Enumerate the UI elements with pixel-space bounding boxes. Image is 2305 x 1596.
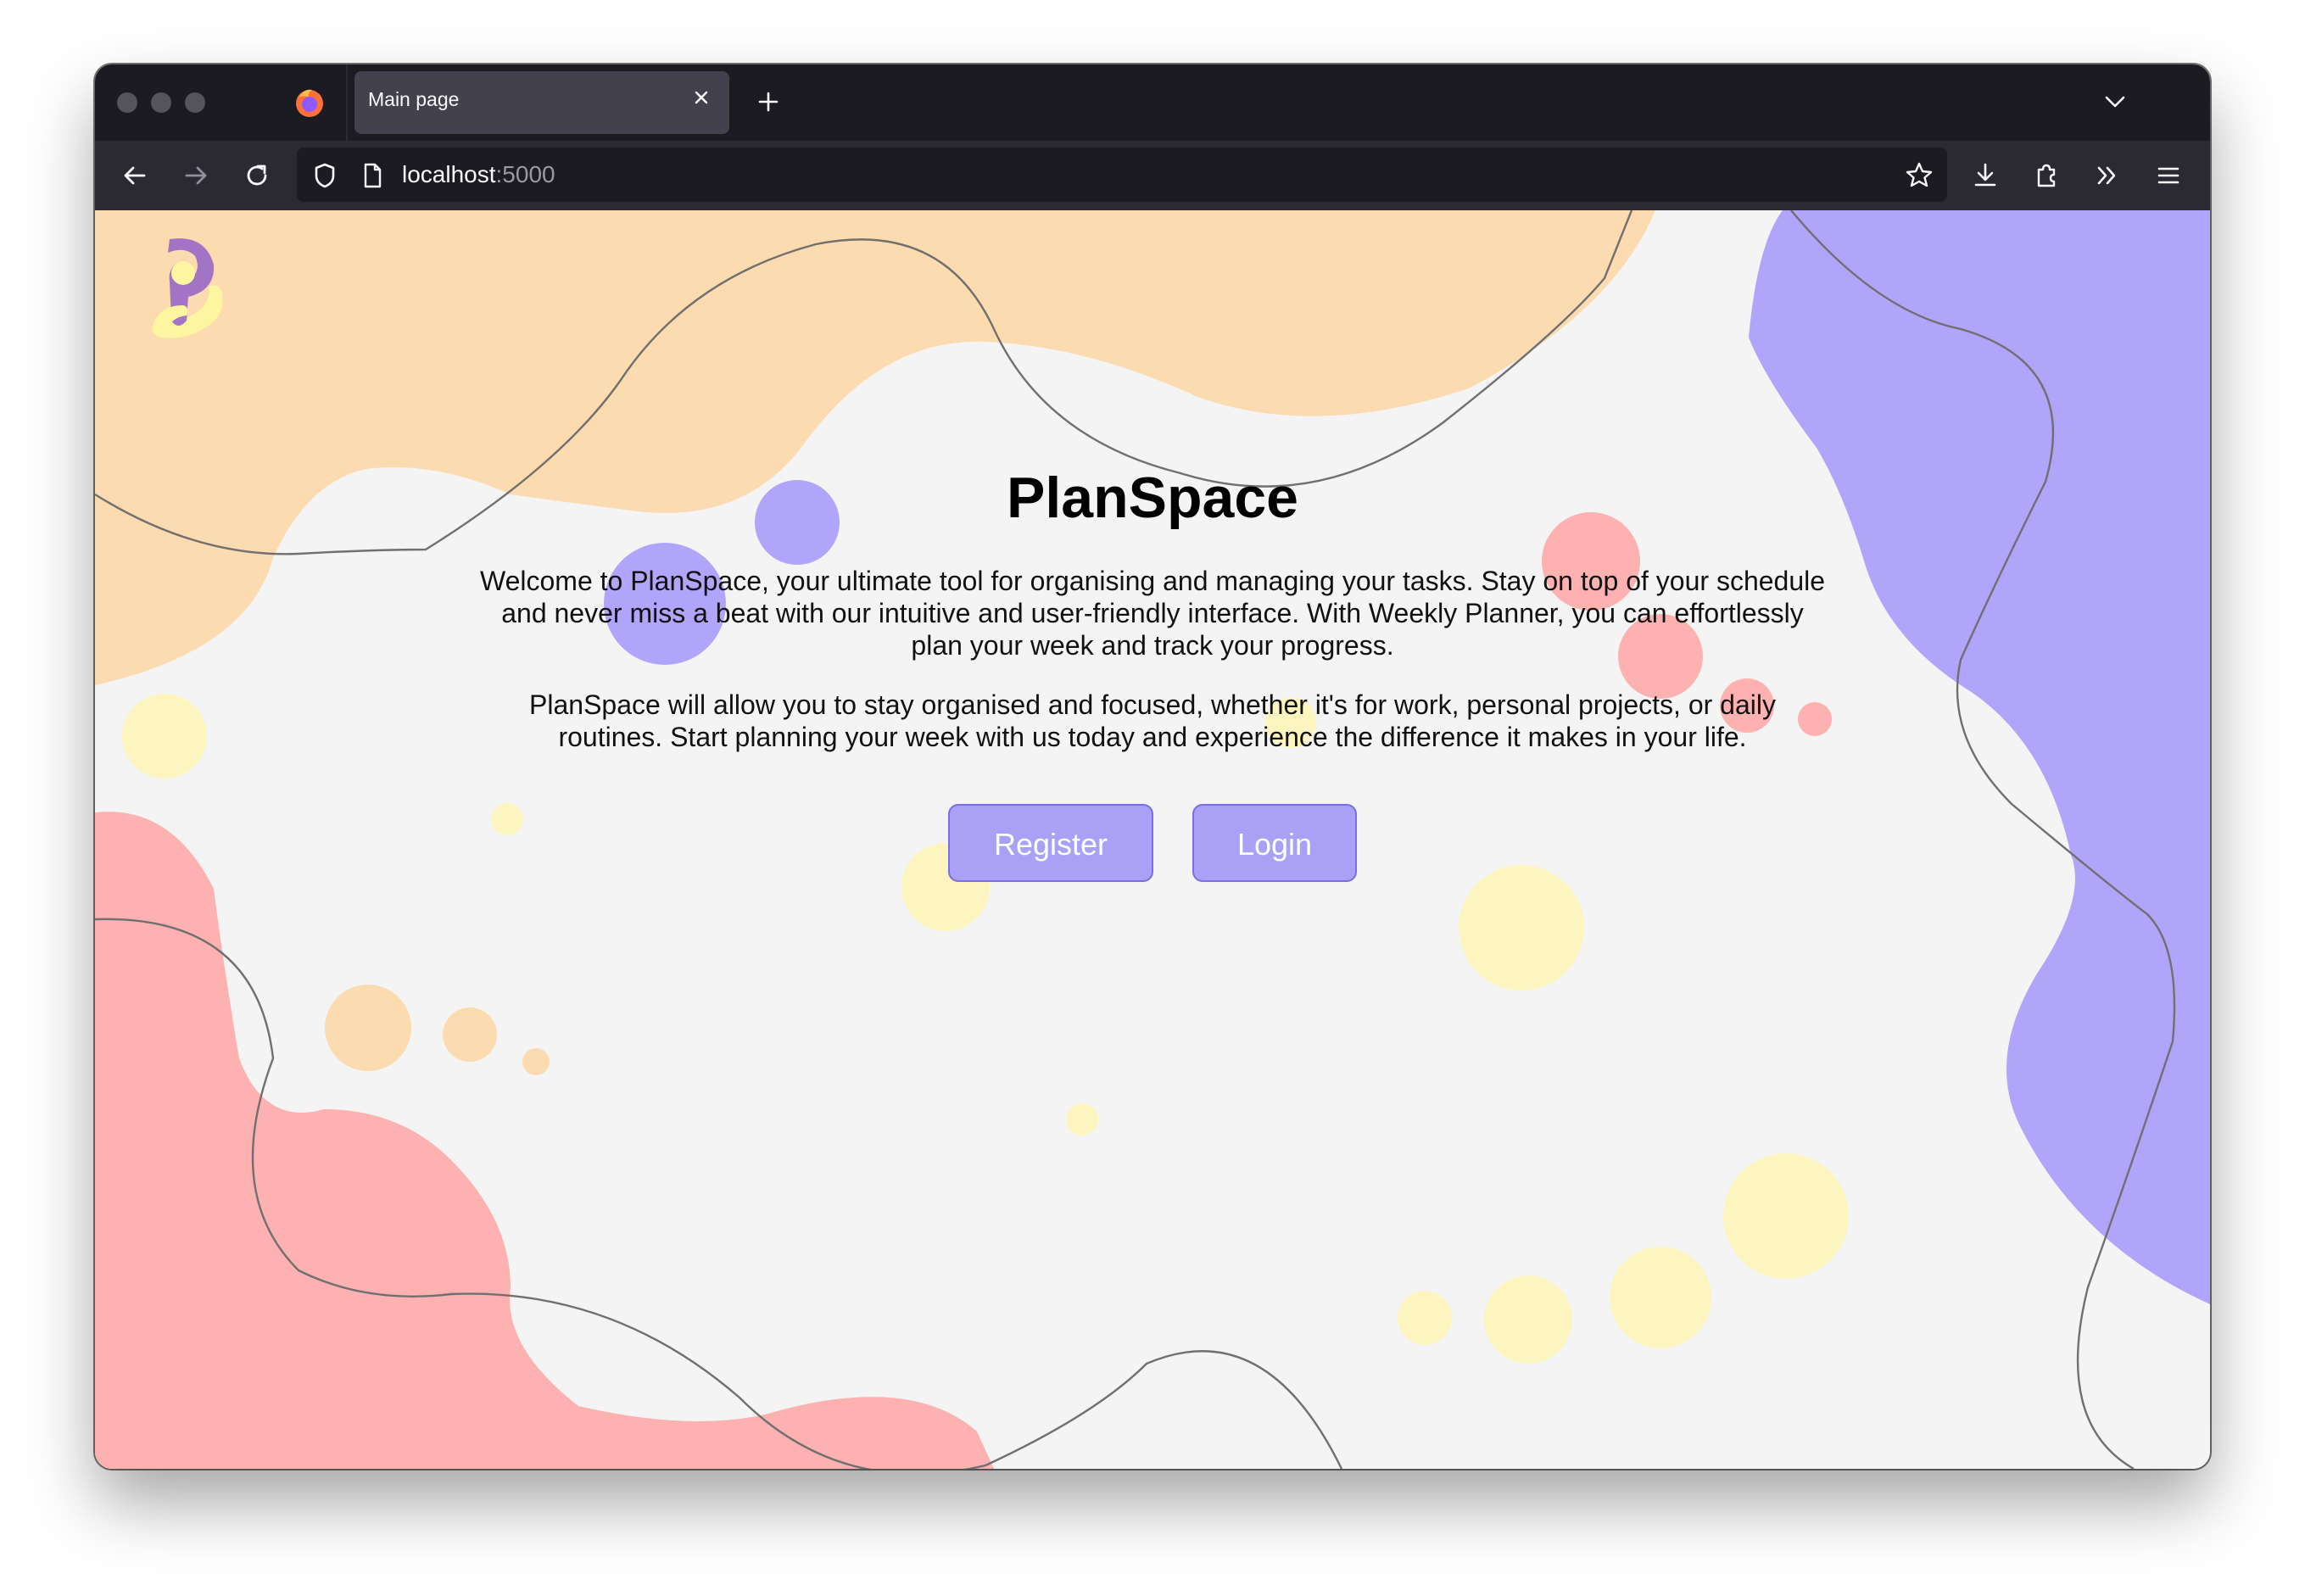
shield-icon[interactable] <box>307 158 343 193</box>
minimize-window-button[interactable] <box>151 92 171 113</box>
yellow-dot <box>1484 1275 1572 1364</box>
reload-icon[interactable] <box>239 158 275 193</box>
planspace-logo-icon[interactable] <box>127 232 229 351</box>
bookmark-star-icon[interactable] <box>1901 158 1937 193</box>
new-tab-icon[interactable] <box>751 85 785 119</box>
firefox-icon <box>296 89 323 117</box>
page-icon <box>364 163 382 188</box>
download-icon[interactable] <box>1967 158 2003 193</box>
yellow-dot <box>1723 1153 1849 1279</box>
forward-arrow-icon[interactable] <box>178 158 214 193</box>
yellow-dot <box>1398 1291 1452 1345</box>
maximize-window-button[interactable] <box>185 92 205 113</box>
intro-paragraph: Welcome to PlanSpace, your ultimate tool… <box>479 566 1826 661</box>
tab-divider <box>346 64 348 141</box>
chevron-down-icon[interactable] <box>2098 85 2132 119</box>
back-arrow-icon[interactable] <box>117 158 153 193</box>
close-tab-icon[interactable] <box>689 85 714 110</box>
lavender-blob <box>1749 210 2210 1304</box>
browser-window: Main page localhost:5000 PlanSpace Welco… <box>95 64 2210 1469</box>
tab-bar: Main page <box>95 64 2210 141</box>
tab-title: Main page <box>368 88 460 110</box>
yellow-dot <box>1459 865 1584 991</box>
overflow-chevrons-icon[interactable] <box>2090 158 2125 193</box>
peach-dot <box>522 1048 550 1075</box>
yellow-dot <box>122 694 207 778</box>
login-button[interactable]: Login <box>1192 804 1357 882</box>
page-title: PlanSpace <box>1007 466 1298 530</box>
url-port: :5000 <box>495 161 555 187</box>
peach-dot <box>443 1007 497 1062</box>
yellow-dot <box>491 803 523 835</box>
description-paragraph: PlanSpace will allow you to stay organis… <box>529 689 1776 752</box>
pink-blob <box>95 812 994 1469</box>
extensions-icon[interactable] <box>2029 158 2064 193</box>
peach-dot <box>325 985 411 1071</box>
yellow-dot <box>1610 1247 1711 1348</box>
yellow-dot <box>1066 1103 1098 1136</box>
close-window-button[interactable] <box>117 92 137 113</box>
url-host: localhost <box>402 161 496 187</box>
nav-toolbar: localhost:5000 <box>95 141 2210 210</box>
url-text[interactable]: localhost:5000 <box>402 161 555 188</box>
page-content: PlanSpace Welcome to PlanSpace, your ult… <box>95 210 2210 1469</box>
register-button[interactable]: Register <box>948 804 1153 882</box>
hamburger-menu-icon[interactable] <box>2151 158 2186 193</box>
